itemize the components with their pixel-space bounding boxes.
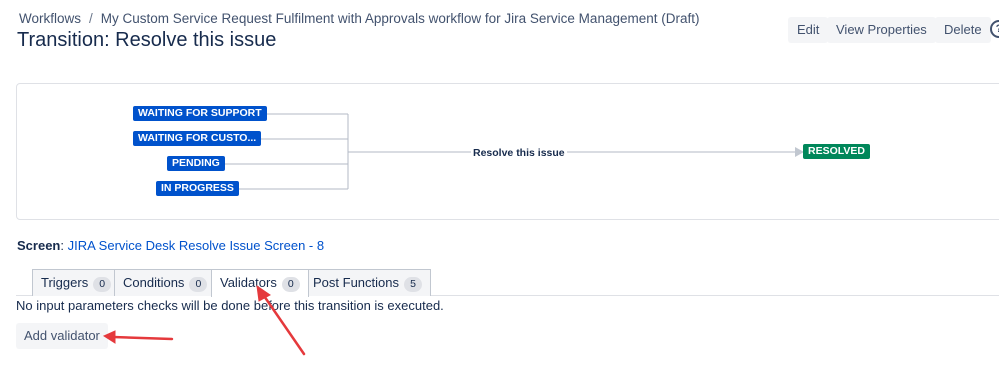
- edit-button[interactable]: Edit: [788, 17, 829, 43]
- validators-info-text: No input parameters checks will be done …: [16, 298, 444, 313]
- page-title: Transition: Resolve this issue: [17, 29, 277, 51]
- tab-conditions[interactable]: Conditions 0: [114, 269, 217, 296]
- status-resolved[interactable]: RESOLVED: [803, 144, 870, 159]
- status-waiting-for-support[interactable]: WAITING FOR SUPPORT: [133, 106, 267, 121]
- help-icon[interactable]: ?: [990, 20, 999, 38]
- breadcrumb: Workflows / My Custom Service Request Fulf…: [19, 11, 699, 26]
- tab-count-badge: 5: [404, 277, 422, 292]
- tab-post-functions[interactable]: Post Functions 5: [304, 269, 431, 296]
- tab-count-badge: 0: [281, 277, 300, 292]
- tab-label: Triggers: [41, 275, 89, 290]
- delete-button[interactable]: Delete: [935, 17, 991, 43]
- add-validator-button[interactable]: Add validator: [16, 323, 108, 349]
- tab-triggers[interactable]: Triggers 0: [32, 269, 121, 296]
- tab-count-badge: 0: [189, 277, 208, 292]
- status-in-progress[interactable]: IN PROGRESS: [156, 181, 239, 196]
- annotation-arrow-add-validator: [111, 335, 174, 341]
- breadcrumb-workflow-name[interactable]: My Custom Service Request Fulfilment wit…: [101, 11, 700, 26]
- workflow-diagram: WAITING FOR SUPPORT WAITING FOR CUSTO...…: [16, 83, 999, 220]
- breadcrumb-workflows[interactable]: Workflows: [19, 11, 81, 26]
- tab-count-badge: 0: [93, 277, 112, 292]
- status-pending[interactable]: PENDING: [167, 156, 225, 171]
- screen-info: Screen: JIRA Service Desk Resolve Issue …: [17, 238, 325, 253]
- tab-validators[interactable]: Validators 0: [211, 269, 309, 297]
- transition-label: Resolve this issue: [471, 147, 567, 159]
- status-waiting-for-customer[interactable]: WAITING FOR CUSTO...: [133, 131, 262, 146]
- breadcrumb-separator: /: [89, 11, 93, 26]
- tab-label: Post Functions: [313, 275, 399, 290]
- view-properties-button[interactable]: View Properties: [827, 17, 936, 43]
- tab-label: Conditions: [123, 275, 185, 290]
- screen-link[interactable]: JIRA Service Desk Resolve Issue Screen -…: [68, 238, 325, 253]
- tab-label: Validators: [220, 275, 277, 290]
- screen-label: Screen: [17, 238, 61, 253]
